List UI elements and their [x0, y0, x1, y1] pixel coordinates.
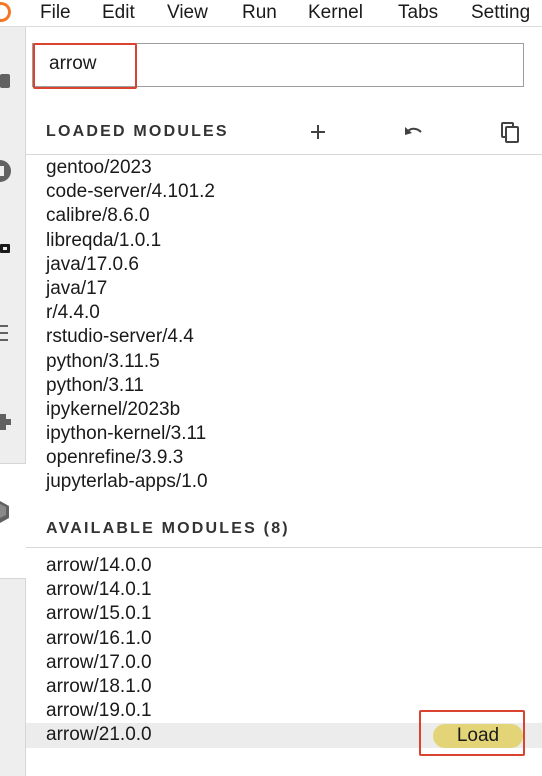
loaded-module-item[interactable]: python/3.11.5: [26, 350, 542, 374]
available-module-item[interactable]: arrow/17.0.0: [26, 651, 542, 675]
menu-file[interactable]: File: [40, 1, 71, 25]
loaded-modules-header: LOADED MODULES: [46, 123, 229, 140]
load-highlight-box: [419, 710, 525, 756]
loaded-module-item[interactable]: calibre/8.6.0: [26, 204, 542, 228]
available-divider: [26, 547, 542, 548]
loaded-module-item[interactable]: r/4.4.0: [26, 301, 542, 325]
loaded-module-item[interactable]: python/3.11: [26, 374, 542, 398]
left-sidebar: [0, 27, 26, 776]
available-modules-header: AVAILABLE MODULES (8): [46, 520, 290, 537]
menu-edit[interactable]: Edit: [102, 1, 135, 25]
copy-icon[interactable]: [498, 120, 522, 144]
menu-bar: File Edit View Run Kernel Tabs Setting: [0, 0, 542, 27]
loaded-module-item[interactable]: openrefine/3.9.3: [26, 446, 542, 470]
loaded-module-item[interactable]: code-server/4.101.2: [26, 180, 542, 204]
available-module-item[interactable]: arrow/15.0.1: [26, 602, 542, 626]
loaded-modules-list: gentoo/2023 code-server/4.101.2 calibre/…: [26, 156, 542, 495]
command-palette-icon[interactable]: [0, 242, 14, 256]
available-module-item[interactable]: arrow/18.1.0: [26, 675, 542, 699]
extension-manager-icon[interactable]: [0, 412, 14, 432]
menu-tabs[interactable]: Tabs: [398, 1, 438, 25]
loaded-module-item[interactable]: java/17.0.6: [26, 253, 542, 277]
menu-kernel[interactable]: Kernel: [308, 1, 363, 25]
menu-settings[interactable]: Setting: [471, 1, 530, 25]
loaded-module-item[interactable]: jupyterlab-apps/1.0: [26, 470, 542, 494]
folder-icon[interactable]: [0, 72, 14, 92]
menu-view[interactable]: View: [167, 1, 208, 25]
loaded-module-item[interactable]: gentoo/2023: [26, 156, 542, 180]
search-highlight-box: [33, 43, 137, 89]
loaded-module-item[interactable]: java/17: [26, 277, 542, 301]
table-of-contents-icon[interactable]: [0, 322, 14, 344]
available-module-item[interactable]: arrow/16.1.0: [26, 627, 542, 651]
loaded-divider: [26, 154, 542, 155]
menu-run[interactable]: Run: [242, 1, 277, 25]
available-module-item[interactable]: arrow/14.0.0: [26, 554, 542, 578]
loaded-module-item[interactable]: libreqda/1.0.1: [26, 229, 542, 253]
available-module-item[interactable]: arrow/14.0.1: [26, 578, 542, 602]
running-icon[interactable]: [0, 159, 14, 183]
plus-icon[interactable]: [306, 120, 330, 144]
jupyter-logo-icon: [0, 2, 11, 22]
loaded-module-item[interactable]: rstudio-server/4.4: [26, 325, 542, 349]
loaded-module-item[interactable]: ipython-kernel/3.11: [26, 422, 542, 446]
loaded-module-item[interactable]: ipykernel/2023b: [26, 398, 542, 422]
modules-panel: LOADED MODULES gentoo/2023 code-server/4…: [26, 27, 542, 776]
software-modules-icon[interactable]: [0, 499, 14, 525]
undo-icon[interactable]: [402, 120, 426, 144]
